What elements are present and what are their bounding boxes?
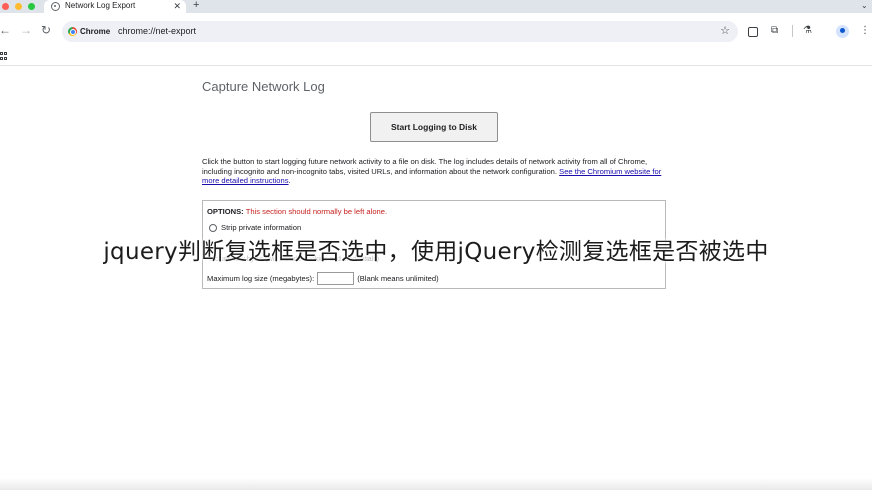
chip-label: Chrome — [80, 27, 111, 36]
bottom-edge — [0, 478, 872, 490]
max-log-size-input[interactable] — [317, 272, 355, 285]
watermark-caption: jquery判断复选框是否选中，使用jQuery检测复选框是否被选中 — [103, 239, 769, 265]
close-icon[interactable]: ✕ — [173, 0, 181, 12]
strip-private-option[interactable]: Strip private information — [209, 223, 301, 232]
options-warning: This section should normally be left alo… — [245, 207, 388, 216]
tab-strip: Network Log Export ✕ + ⌄ — [0, 0, 872, 13]
toolbar: ← → ↻ Chrome chrome://net-export ☆ ⧉ ⚗ ⋮ — [0, 13, 872, 50]
strip-private-label: Strip private information — [221, 223, 302, 232]
reload-icon[interactable]: ↻ — [41, 23, 51, 37]
description-end: . — [288, 176, 291, 186]
tab-title: Network Log Export — [65, 1, 136, 10]
puzzle-icon[interactable]: ⧉ — [771, 24, 778, 38]
max-log-size-label: Maximum log size (megabytes): — [207, 274, 315, 283]
profile-icon[interactable] — [836, 25, 849, 38]
max-log-size-hint: (Blank means unlimited) — [357, 274, 439, 283]
back-arrow-icon[interactable]: ← — [0, 23, 11, 37]
more-vert-icon[interactable]: ⋮ — [860, 24, 870, 38]
tab-search-button[interactable]: ⌄ — [861, 0, 868, 12]
translate-icon[interactable] — [748, 27, 758, 37]
zoom-window-button[interactable] — [28, 3, 35, 10]
minimize-window-button[interactable] — [15, 3, 22, 10]
close-window-button[interactable] — [2, 3, 9, 10]
flask-icon[interactable]: ⚗ — [803, 24, 812, 38]
site-info-chip[interactable]: Chrome — [68, 26, 110, 37]
globe-icon — [51, 2, 60, 11]
apps-grid-icon[interactable] — [0, 52, 8, 60]
options-label: OPTIONS: — [207, 207, 244, 216]
start-logging-button[interactable]: Start Logging to Disk — [370, 112, 498, 142]
address-bar[interactable]: Chrome chrome://net-export ☆ — [62, 21, 738, 42]
max-log-size-row: Maximum log size (megabytes): (Blank mea… — [207, 272, 439, 285]
chrome-logo-icon — [68, 27, 77, 36]
toolbar-divider — [792, 25, 793, 37]
new-tab-button[interactable]: + — [193, 0, 199, 12]
bookmarks-bar — [0, 50, 872, 66]
description-text: Click the button to start logging future… — [202, 157, 672, 186]
tab-network-log-export[interactable]: Network Log Export ✕ — [44, 0, 186, 13]
page-title: Capture Network Log — [202, 79, 325, 94]
strip-private-radio[interactable] — [209, 223, 217, 232]
star-icon[interactable]: ☆ — [720, 24, 730, 38]
forward-arrow-icon[interactable]: → — [20, 23, 32, 37]
options-header: OPTIONS: This section should normally be… — [207, 207, 387, 216]
url-text[interactable]: chrome://net-export — [118, 25, 196, 38]
